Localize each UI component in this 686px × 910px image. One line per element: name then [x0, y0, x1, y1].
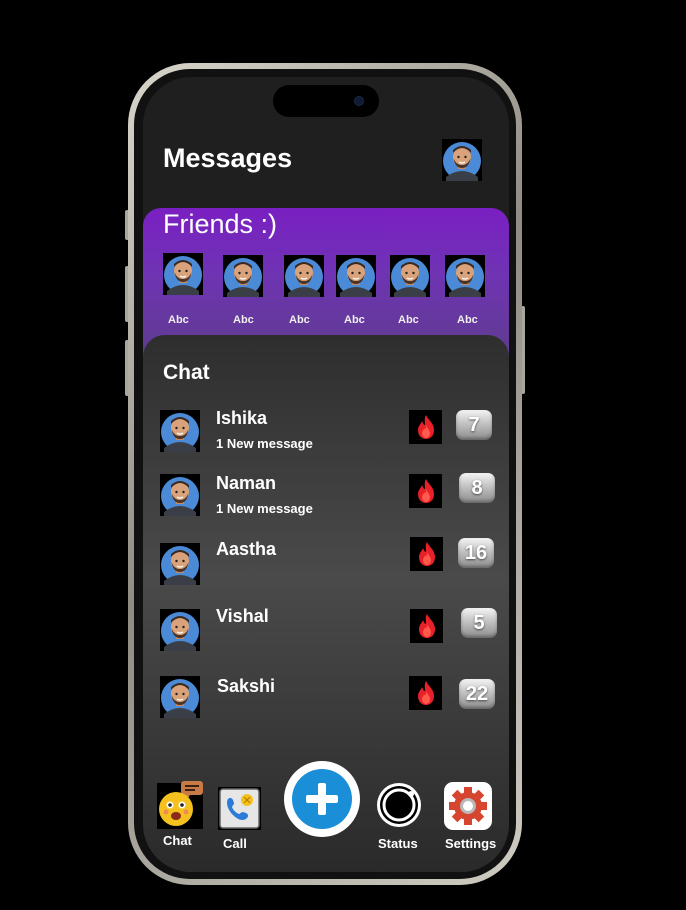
status-ring-icon	[377, 783, 421, 827]
contact-name[interactable]: Vishal	[216, 606, 269, 627]
fire-icon	[410, 537, 443, 571]
contact-name[interactable]: Sakshi	[217, 676, 275, 697]
unread-count-badge: 7	[456, 410, 492, 440]
contact-avatar[interactable]	[160, 609, 200, 651]
page-title: Messages	[163, 143, 293, 173]
plus-icon	[292, 769, 352, 829]
chat-emoji-icon	[157, 781, 203, 829]
contact-name[interactable]: Naman	[216, 473, 276, 494]
friend-avatar[interactable]	[223, 255, 263, 297]
contact-avatar[interactable]	[160, 676, 200, 718]
friend-avatar[interactable]	[336, 255, 376, 297]
friend-name: Abc	[398, 314, 419, 326]
contact-name[interactable]: Ishika	[216, 408, 267, 429]
unread-count-badge: 5	[461, 608, 497, 638]
friend-name: Abc	[344, 314, 365, 326]
contact-avatar[interactable]	[160, 410, 200, 452]
friend-name: Abc	[233, 314, 254, 326]
nav-status-button[interactable]	[375, 781, 423, 829]
friend-name: Abc	[168, 314, 189, 326]
friend-name: Abc	[289, 314, 310, 326]
new-chat-fab-button[interactable]	[284, 761, 360, 837]
nav-settings-label[interactable]: Settings	[445, 836, 496, 851]
gear-icon	[444, 782, 492, 830]
camera-icon	[355, 97, 363, 105]
contact-subtitle: 1 New message	[216, 436, 313, 451]
fire-icon	[409, 410, 442, 444]
chat-title: Chat	[163, 361, 210, 384]
phone-screen: Messages Friends :) Abc Abc Abc Abc Abc …	[143, 77, 509, 872]
nav-call-button[interactable]	[218, 787, 261, 830]
friend-avatar[interactable]	[163, 253, 203, 295]
contact-avatar[interactable]	[160, 474, 200, 516]
nav-settings-button[interactable]	[444, 782, 492, 830]
contact-subtitle: 1 New message	[216, 501, 313, 516]
contact-name[interactable]: Aastha	[216, 539, 276, 560]
nav-chat-label[interactable]: Chat	[163, 833, 192, 848]
friend-avatar[interactable]	[284, 255, 324, 297]
unread-count-badge: 16	[458, 538, 494, 568]
friend-name: Abc	[457, 314, 478, 326]
contact-avatar[interactable]	[160, 543, 200, 585]
nav-call-label[interactable]: Call	[223, 836, 247, 851]
profile-avatar[interactable]	[442, 139, 482, 181]
friend-avatar[interactable]	[390, 255, 430, 297]
friends-title: Friends :)	[163, 209, 278, 239]
fire-icon	[409, 676, 442, 710]
phone-call-icon	[218, 787, 261, 830]
unread-count-badge: 8	[459, 473, 495, 503]
fire-icon	[410, 609, 443, 643]
fire-icon	[409, 474, 442, 508]
unread-count-badge: 22	[459, 679, 495, 709]
nav-chat-button[interactable]	[157, 781, 205, 829]
dynamic-island	[273, 85, 379, 117]
friend-avatar[interactable]	[445, 255, 485, 297]
nav-status-label[interactable]: Status	[378, 836, 418, 851]
